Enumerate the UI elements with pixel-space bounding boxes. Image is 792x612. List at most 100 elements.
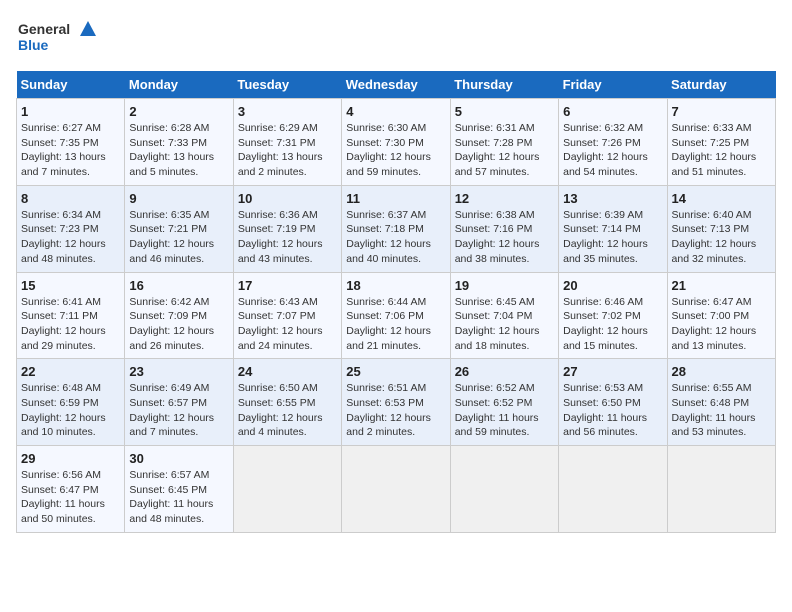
calendar-week-row: 8Sunrise: 6:34 AMSunset: 7:23 PMDaylight… [17, 185, 776, 272]
calendar-week-row: 22 Sunrise: 6:48 AMSunset: 6:59 PMDayligh… [17, 359, 776, 446]
day-info: Sunrise: 6:41 AMSunset: 7:11 PMDaylight:… [21, 295, 120, 354]
day-number: 16 [129, 278, 228, 293]
calendar-cell [342, 446, 450, 533]
day-number: 19 [455, 278, 554, 293]
day-number: 15 [21, 278, 120, 293]
logo: General Blue [16, 16, 96, 61]
day-info: Sunrise: 6:29 AMSunset: 7:31 PMDaylight:… [238, 121, 337, 180]
calendar-cell: 16 Sunrise: 6:42 AMSunset: 7:09 PMDayligh… [125, 272, 233, 359]
day-number: 17 [238, 278, 337, 293]
day-info: Sunrise: 6:50 AMSunset: 6:55 PMDaylight:… [238, 381, 337, 440]
day-info: Sunrise: 6:32 AMSunset: 7:26 PMDaylight:… [563, 121, 662, 180]
calendar-cell: 27 Sunrise: 6:53 AMSunset: 6:50 PMDayligh… [559, 359, 667, 446]
day-info: Sunrise: 6:27 AMSunset: 7:35 PMDaylight:… [21, 121, 120, 180]
day-number: 9 [129, 191, 228, 206]
col-header-tuesday: Tuesday [233, 71, 341, 99]
calendar-cell [559, 446, 667, 533]
day-info: Sunrise: 6:43 AMSunset: 7:07 PMDaylight:… [238, 295, 337, 354]
day-info: Sunrise: 6:35 AMSunset: 7:21 PMDaylight:… [129, 208, 228, 267]
day-info: Sunrise: 6:33 AMSunset: 7:25 PMDaylight:… [672, 121, 771, 180]
col-header-friday: Friday [559, 71, 667, 99]
calendar-cell: 19 Sunrise: 6:45 AMSunset: 7:04 PMDayligh… [450, 272, 558, 359]
col-header-saturday: Saturday [667, 71, 775, 99]
calendar-table: SundayMondayTuesdayWednesdayThursdayFrid… [16, 71, 776, 533]
calendar-cell: 14 Sunrise: 6:40 AMSunset: 7:13 PMDayligh… [667, 185, 775, 272]
col-header-wednesday: Wednesday [342, 71, 450, 99]
day-number: 10 [238, 191, 337, 206]
calendar-cell: 24 Sunrise: 6:50 AMSunset: 6:55 PMDayligh… [233, 359, 341, 446]
day-number: 30 [129, 451, 228, 466]
day-info: Sunrise: 6:37 AMSunset: 7:18 PMDaylight:… [346, 208, 445, 267]
day-number: 4 [346, 104, 445, 119]
calendar-cell: 13 Sunrise: 6:39 AMSunset: 7:14 PMDayligh… [559, 185, 667, 272]
calendar-cell: 2Sunrise: 6:28 AMSunset: 7:33 PMDaylight… [125, 99, 233, 186]
day-number: 7 [672, 104, 771, 119]
calendar-cell: 18Sunrise: 6:44 AMSunset: 7:06 PMDayligh… [342, 272, 450, 359]
day-number: 14 [672, 191, 771, 206]
calendar-cell: 6 Sunrise: 6:32 AMSunset: 7:26 PMDaylight… [559, 99, 667, 186]
day-info: Sunrise: 6:46 AMSunset: 7:02 PMDaylight:… [563, 295, 662, 354]
logo-svg: General Blue [16, 16, 96, 61]
day-info: Sunrise: 6:57 AMSunset: 6:45 PMDaylight:… [129, 468, 228, 527]
day-info: Sunrise: 6:52 AMSunset: 6:52 PMDaylight:… [455, 381, 554, 440]
col-header-sunday: Sunday [17, 71, 125, 99]
calendar-cell: 7 Sunrise: 6:33 AMSunset: 7:25 PMDaylight… [667, 99, 775, 186]
calendar-cell: 29 Sunrise: 6:56 AMSunset: 6:47 PMDayligh… [17, 446, 125, 533]
day-info: Sunrise: 6:45 AMSunset: 7:04 PMDaylight:… [455, 295, 554, 354]
day-info: Sunrise: 6:40 AMSunset: 7:13 PMDaylight:… [672, 208, 771, 267]
calendar-cell: 30 Sunrise: 6:57 AMSunset: 6:45 PMDayligh… [125, 446, 233, 533]
day-number: 29 [21, 451, 120, 466]
calendar-cell: 9 Sunrise: 6:35 AMSunset: 7:21 PMDaylight… [125, 185, 233, 272]
day-number: 22 [21, 364, 120, 379]
day-number: 24 [238, 364, 337, 379]
calendar-cell: 12 Sunrise: 6:38 AMSunset: 7:16 PMDayligh… [450, 185, 558, 272]
day-number: 20 [563, 278, 662, 293]
day-info: Sunrise: 6:51 AMSunset: 6:53 PMDaylight:… [346, 381, 445, 440]
day-number: 5 [455, 104, 554, 119]
calendar-cell: 5 Sunrise: 6:31 AMSunset: 7:28 PMDaylight… [450, 99, 558, 186]
day-number: 3 [238, 104, 337, 119]
day-number: 27 [563, 364, 662, 379]
day-info: Sunrise: 6:48 AMSunset: 6:59 PMDaylight:… [21, 381, 120, 440]
calendar-cell [450, 446, 558, 533]
day-info: Sunrise: 6:38 AMSunset: 7:16 PMDaylight:… [455, 208, 554, 267]
calendar-cell [667, 446, 775, 533]
day-info: Sunrise: 6:30 AMSunset: 7:30 PMDaylight:… [346, 121, 445, 180]
calendar-cell: 11 Sunrise: 6:37 AMSunset: 7:18 PMDayligh… [342, 185, 450, 272]
calendar-week-row: 1 Sunrise: 6:27 AMSunset: 7:35 PMDaylight… [17, 99, 776, 186]
calendar-cell: 15 Sunrise: 6:41 AMSunset: 7:11 PMDayligh… [17, 272, 125, 359]
day-number: 13 [563, 191, 662, 206]
calendar-cell: 21Sunrise: 6:47 AMSunset: 7:00 PMDayligh… [667, 272, 775, 359]
day-number: 25 [346, 364, 445, 379]
calendar-body: 1 Sunrise: 6:27 AMSunset: 7:35 PMDaylight… [17, 99, 776, 533]
day-info: Sunrise: 6:36 AMSunset: 7:19 PMDaylight:… [238, 208, 337, 267]
calendar-cell [233, 446, 341, 533]
day-number: 1 [21, 104, 120, 119]
day-info: Sunrise: 6:49 AMSunset: 6:57 PMDaylight:… [129, 381, 228, 440]
day-info: Sunrise: 6:56 AMSunset: 6:47 PMDaylight:… [21, 468, 120, 527]
calendar-cell: 8Sunrise: 6:34 AMSunset: 7:23 PMDaylight… [17, 185, 125, 272]
calendar-cell: 20 Sunrise: 6:46 AMSunset: 7:02 PMDayligh… [559, 272, 667, 359]
calendar-header-row: SundayMondayTuesdayWednesdayThursdayFrid… [17, 71, 776, 99]
day-info: Sunrise: 6:31 AMSunset: 7:28 PMDaylight:… [455, 121, 554, 180]
calendar-week-row: 15 Sunrise: 6:41 AMSunset: 7:11 PMDayligh… [17, 272, 776, 359]
day-number: 11 [346, 191, 445, 206]
calendar-week-row: 29 Sunrise: 6:56 AMSunset: 6:47 PMDayligh… [17, 446, 776, 533]
col-header-thursday: Thursday [450, 71, 558, 99]
svg-text:Blue: Blue [18, 37, 49, 53]
calendar-cell: 23Sunrise: 6:49 AMSunset: 6:57 PMDayligh… [125, 359, 233, 446]
svg-text:General: General [18, 21, 70, 37]
day-info: Sunrise: 6:42 AMSunset: 7:09 PMDaylight:… [129, 295, 228, 354]
calendar-cell: 17 Sunrise: 6:43 AMSunset: 7:07 PMDayligh… [233, 272, 341, 359]
day-info: Sunrise: 6:55 AMSunset: 6:48 PMDaylight:… [672, 381, 771, 440]
calendar-cell: 4 Sunrise: 6:30 AMSunset: 7:30 PMDaylight… [342, 99, 450, 186]
day-info: Sunrise: 6:34 AMSunset: 7:23 PMDaylight:… [21, 208, 120, 267]
calendar-cell: 26Sunrise: 6:52 AMSunset: 6:52 PMDayligh… [450, 359, 558, 446]
day-number: 28 [672, 364, 771, 379]
day-number: 6 [563, 104, 662, 119]
day-info: Sunrise: 6:53 AMSunset: 6:50 PMDaylight:… [563, 381, 662, 440]
page-header: General Blue [16, 16, 776, 61]
day-number: 12 [455, 191, 554, 206]
day-info: Sunrise: 6:47 AMSunset: 7:00 PMDaylight:… [672, 295, 771, 354]
day-info: Sunrise: 6:39 AMSunset: 7:14 PMDaylight:… [563, 208, 662, 267]
